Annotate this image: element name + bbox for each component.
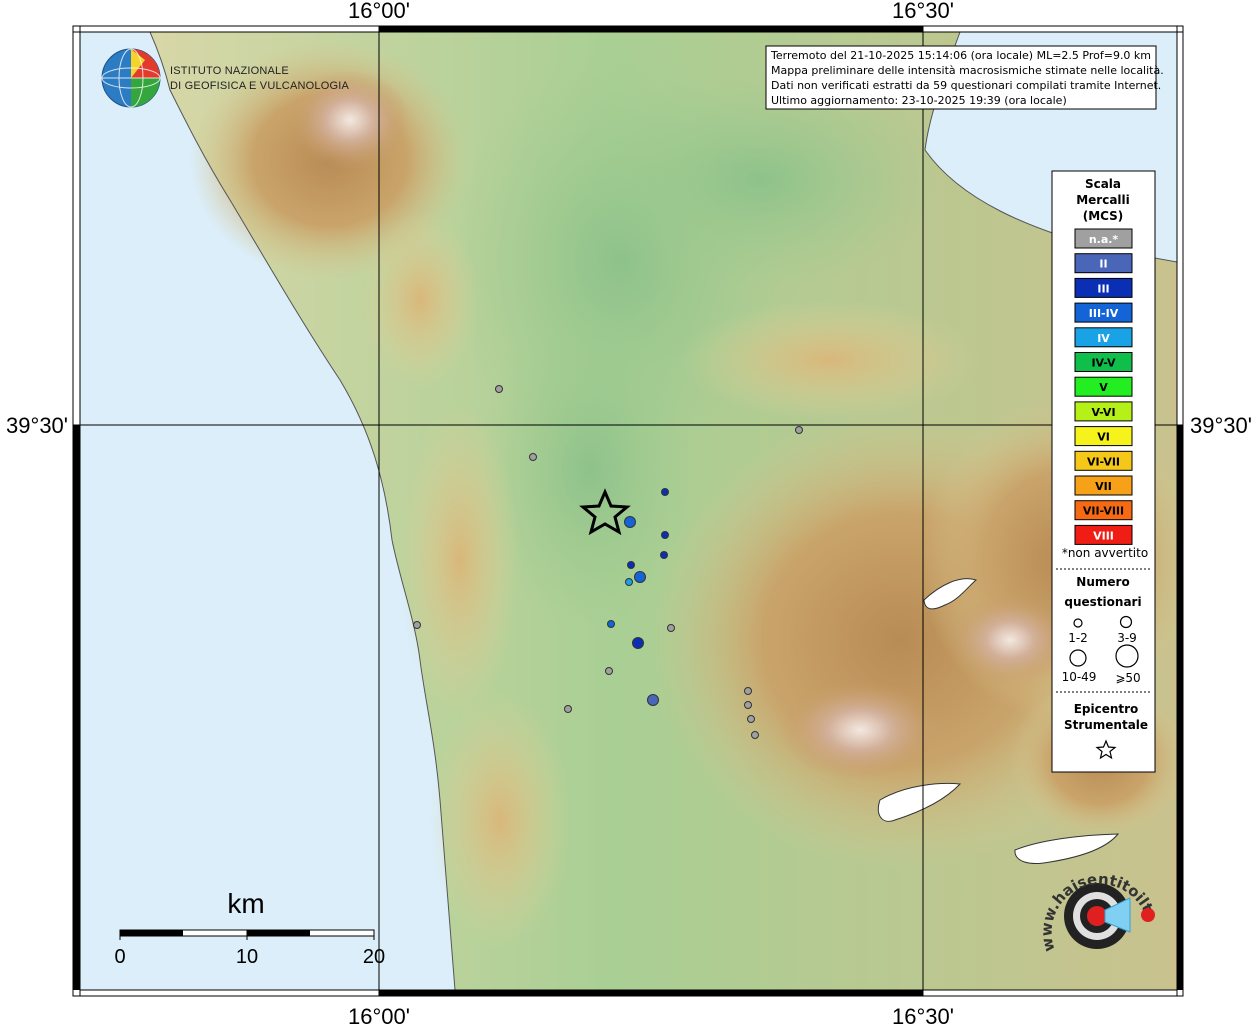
scale-chip-label: III-IV [1089,307,1119,320]
observation-point[interactable] [495,385,503,393]
lon-label-bottom-16-30: 16°30' [892,1004,954,1024]
size-marker-1-2 [1073,618,1083,628]
scale-chip-label: IV [1097,332,1110,345]
size-label-10-49: 10-49 [1062,670,1097,684]
observation-point[interactable] [624,516,636,528]
observation-point[interactable] [529,453,537,461]
observation-point[interactable] [632,637,644,649]
ingv-name-line1: ISTITUTO NAZIONALE [170,65,289,77]
observation-point[interactable] [667,624,675,632]
scale-chip-label: VII [1095,480,1112,493]
observation-point[interactable] [660,551,668,559]
scale-tick-20: 20 [363,946,385,968]
observation-point[interactable] [607,620,615,628]
observation-point[interactable] [661,531,669,539]
observation-point[interactable] [413,621,421,629]
scale-chip-label: VIII [1093,529,1114,542]
scale-chip-label: III [1097,282,1109,295]
legend-title-line3: (MCS) [1083,209,1124,223]
scale-chip-label: n.a.* [1089,233,1119,246]
ingv-name-line2: DI GEOFISICA E VULCANOLOGIA [170,80,349,92]
questionnaire-title-line2: questionari [1064,595,1141,609]
scale-chip-label: VII-VIII [1083,505,1124,518]
scale-chip-label: V [1099,381,1108,394]
observation-point[interactable] [625,578,633,586]
size-marker-10-49 [1069,649,1087,667]
scale-chip-label: IV-V [1091,357,1116,370]
scale-tick-0: 0 [114,946,125,968]
scale-chip-label: II [1099,258,1107,271]
legend-title-line2: Mercalli [1076,193,1130,207]
info-box: Terremoto del 21-10-2025 15:14:06 (ora l… [765,45,1164,110]
observation-point[interactable] [795,426,803,434]
observation-point[interactable] [605,667,613,675]
scale-unit-label: km [227,888,264,919]
info-line-map: Mappa preliminare delle intensità macros… [771,64,1164,77]
legend: Scala Mercalli (MCS) n.a.*IIIIIIII-IVIVI… [1051,170,1156,773]
scale-chip-label: VI-VII [1087,455,1120,468]
epicenter-title-line1: Epicentro [1074,702,1139,716]
observation-point[interactable] [661,488,669,496]
observation-point[interactable] [751,731,759,739]
questionnaire-title-line1: Numero [1076,575,1129,589]
lat-label-right: 39°30' [1190,413,1252,438]
scale-tick-10: 10 [236,946,258,968]
scale-chip-label: VI [1097,431,1110,444]
lat-label-left: 39°30' [6,413,68,438]
observation-point[interactable] [647,694,659,706]
observation-point[interactable] [627,561,635,569]
observation-point[interactable] [747,715,755,723]
lon-label-bottom-16-00: 16°00' [348,1004,410,1024]
legend-title-line1: Scala [1085,177,1121,191]
size-marker-3-9 [1119,615,1133,629]
terrain-layer [80,32,1177,990]
size-label-50-plus: ⩾50 [1115,671,1140,685]
info-line-update: Ultimo aggiornamento: 23-10-2025 19:39 (… [771,94,1067,107]
lon-label-top-16-00: 16°00' [348,0,410,23]
observation-point[interactable] [744,701,752,709]
size-label-3-9: 3-9 [1117,631,1137,645]
size-label-1-2: 1-2 [1068,631,1088,645]
observation-point[interactable] [744,687,752,695]
observation-point[interactable] [634,571,646,583]
lon-label-top-16-30: 16°30' [892,0,954,23]
not-felt-note: *non avvertito [1062,546,1148,560]
scale-chip-label: V-VI [1091,406,1115,419]
info-line-event: Terremoto del 21-10-2025 15:14:06 (ora l… [770,49,1151,62]
info-line-data: Dati non verificati estratti da 59 quest… [771,79,1161,92]
observation-point[interactable] [564,705,572,713]
size-marker-50-plus [1115,644,1139,668]
epicenter-title-line2: Strumentale [1064,718,1148,732]
intensity-map: 16°00' 16°30' 16°00' 16°30' 39°30' 39°30… [0,0,1252,1024]
